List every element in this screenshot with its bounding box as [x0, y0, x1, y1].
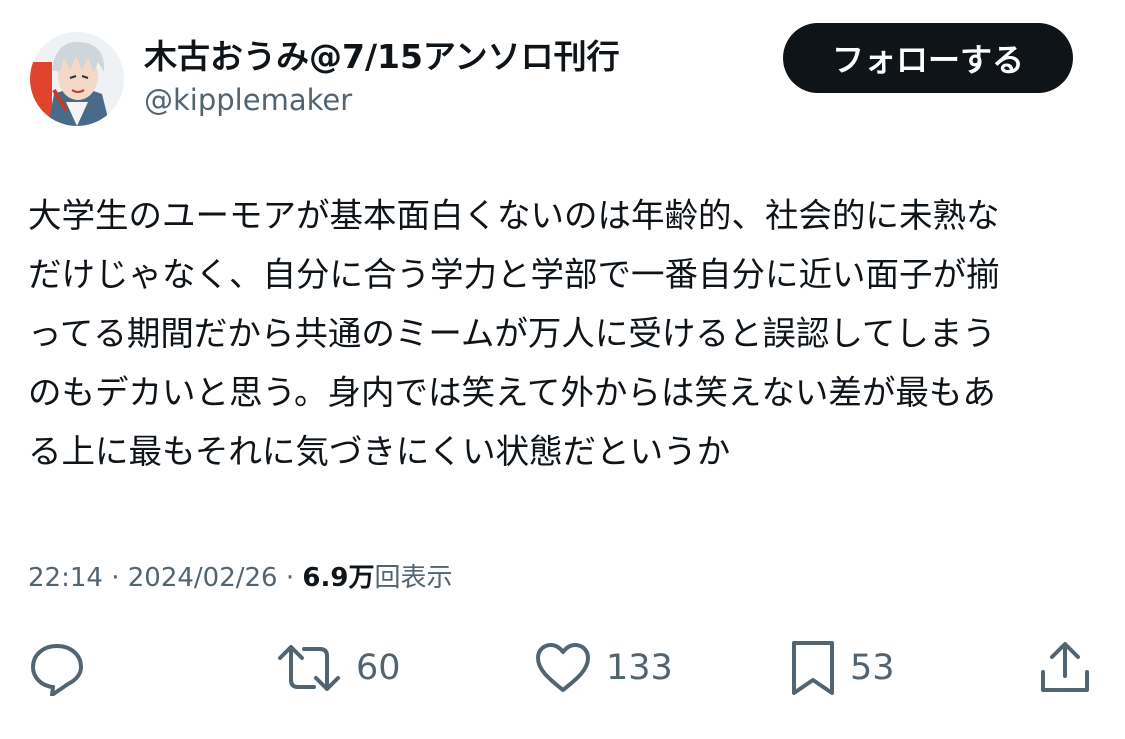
display-name[interactable]: 木古おうみ@7/15アンソロ刊行 [144, 36, 620, 78]
tweet-text-line: 大学生のユーモアが基本面白くないのは年齢的、社会的に未熟な [28, 196, 1000, 235]
separator-dot: · [285, 563, 295, 593]
like-button[interactable]: 133 [534, 640, 673, 696]
tweet-text-line: のもデカいと思う。身内では笑えて外からは笑えない差が最もあ [28, 373, 996, 412]
bookmark-icon [792, 641, 834, 695]
tweet-text-line: る上に最もそれに気づきにくい状態だというか [28, 432, 731, 471]
heart-icon [536, 643, 590, 692]
tweet-metadata: 22:14 · 2024/02/26 · 6.9万回表示 [28, 560, 452, 596]
tweet-date[interactable]: 2024/02/26 [128, 563, 278, 593]
follow-button[interactable]: フォローする [783, 23, 1073, 93]
share-button[interactable] [1038, 640, 1092, 696]
views-count[interactable]: 6.9万 [302, 563, 374, 593]
avatar[interactable] [30, 32, 124, 126]
avatar-image [30, 32, 124, 126]
reply-button[interactable] [28, 640, 86, 696]
retweet-icon [278, 645, 340, 691]
tweet-text-line: だけじゃなく、自分に合う学力と学部で一番自分に近い面子が揃 [28, 255, 1000, 294]
like-count: 133 [606, 648, 673, 688]
retweet-count: 60 [356, 648, 401, 688]
retweet-button[interactable]: 60 [276, 640, 401, 696]
share-icon [1041, 642, 1089, 692]
reply-icon [31, 644, 83, 696]
bookmark-button[interactable]: 53 [790, 640, 895, 696]
bookmark-count: 53 [850, 648, 895, 688]
user-handle[interactable]: @kipplemaker [144, 81, 352, 119]
tweet-text: 大学生のユーモアが基本面白くないのは年齢的、社会的に未熟な だけじゃなく、自分に… [28, 186, 1098, 481]
views-label[interactable]: 回表示 [374, 563, 452, 593]
tweet-time[interactable]: 22:14 [28, 563, 103, 593]
separator-dot: · [111, 563, 120, 593]
tweet-text-line: ってる期間だから共通のミームが万人に受けると誤認してしまう [28, 314, 996, 353]
